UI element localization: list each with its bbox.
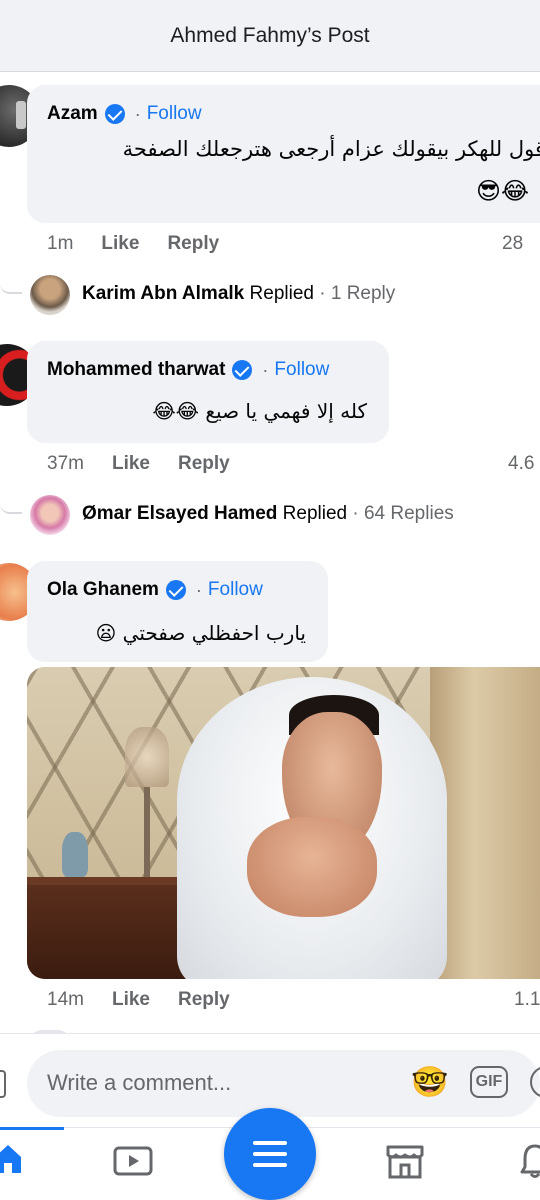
reply-thread-line <box>0 280 22 294</box>
menu-line <box>253 1141 287 1145</box>
verified-badge-icon <box>165 580 186 600</box>
camera-icon[interactable] <box>0 1070 6 1098</box>
menu-button[interactable] <box>224 1108 316 1200</box>
replied-label: Replied <box>282 503 348 524</box>
comment-time: 14m <box>47 989 84 1010</box>
post-header: Ahmed Fahmy’s Post <box>0 0 540 72</box>
home-icon[interactable] <box>0 1143 22 1175</box>
comment-time: 37m <box>47 453 84 474</box>
verified-badge-icon <box>232 360 253 380</box>
reaction-count[interactable]: 1.1 <box>514 989 540 1011</box>
notifications-icon[interactable] <box>520 1143 540 1179</box>
reply-button[interactable]: Reply <box>167 233 219 255</box>
like-button[interactable]: Like <box>101 233 139 255</box>
separator-dot: · <box>134 103 141 124</box>
comment-photo[interactable] <box>27 667 540 979</box>
watch-icon[interactable] <box>113 1146 153 1178</box>
photo-hands <box>247 817 377 917</box>
page-title: Ahmed Fahmy’s Post <box>170 23 370 47</box>
like-button[interactable]: Like <box>112 453 150 475</box>
follow-button[interactable]: Follow <box>274 359 329 381</box>
like-button[interactable]: Like <box>112 989 150 1011</box>
reply-count: · 64 Replies <box>352 503 454 524</box>
comment-author-row: Azam · Follow <box>47 103 202 125</box>
verified-badge-icon <box>104 104 125 124</box>
comment-actions: 14m Like Reply <box>47 989 258 1011</box>
separator-dot: · <box>195 579 202 600</box>
reaction-count[interactable]: 28 <box>502 233 523 255</box>
comment-author-row: Mohammed tharwat · Follow <box>47 359 329 381</box>
comment-actions: 37m Like Reply <box>47 453 258 475</box>
view-replies-link[interactable]: Karim Abn Almalk Replied · 1 Reply <box>82 283 395 305</box>
comment-bubble-azam: Azam · Follow قول للهكر بيقولك عزام أرجع… <box>27 85 540 223</box>
menu-line <box>253 1163 287 1167</box>
reaction-count[interactable]: 4.6 <box>508 453 534 475</box>
comment-time: 1m <box>47 233 74 254</box>
comment-bubble-mohammed: Mohammed tharwat · Follow كله إلا فهمي ي… <box>27 341 389 443</box>
comment-actions: 1m Like Reply <box>47 233 247 255</box>
reply-button[interactable]: Reply <box>178 453 230 475</box>
view-replies-link[interactable]: Ømar Elsayed Hamed Replied · 64 Replies <box>82 503 454 525</box>
comment-text-emoji: 😂😎 <box>475 177 529 205</box>
follow-button[interactable]: Follow <box>147 103 202 125</box>
comment-text: قول للهكر بيقولك عزام أرجعى هترجعلك الصف… <box>122 137 540 161</box>
gif-button[interactable]: GIF <box>470 1066 508 1098</box>
comment-input-container <box>27 1050 540 1117</box>
menu-line <box>253 1152 287 1156</box>
marketplace-icon[interactable] <box>385 1144 425 1180</box>
comment-author-name[interactable]: Azam <box>47 103 98 125</box>
reply-count: · 1 Reply <box>319 283 396 304</box>
comment-input[interactable] <box>47 1066 407 1100</box>
reply-author-name: Karim Abn Almalk <box>82 283 245 304</box>
follow-button[interactable]: Follow <box>208 579 263 601</box>
comment-text: يارب احفظلي صفحتي 😦 <box>95 621 306 645</box>
avatar-karim[interactable] <box>30 275 70 315</box>
comment-author-name[interactable]: Ola Ghanem <box>47 579 159 601</box>
replied-label: Replied <box>249 283 314 304</box>
reply-thread-line <box>0 500 22 514</box>
reply-button[interactable]: Reply <box>178 989 230 1011</box>
separator-dot: · <box>262 359 269 380</box>
avatar-sticker-icon[interactable]: 🤓 <box>411 1063 448 1103</box>
comment-author-name[interactable]: Mohammed tharwat <box>47 359 225 381</box>
avatar-omar[interactable] <box>30 495 70 535</box>
reply-author-name: Ømar Elsayed Hamed <box>82 503 278 524</box>
active-tab-indicator <box>0 1127 64 1130</box>
photo-lamp <box>117 727 177 877</box>
comment-bubble-ola: Ola Ghanem · Follow يارب احفظلي صفحتي 😦 <box>27 561 328 662</box>
comment-author-row: Ola Ghanem · Follow <box>47 579 263 601</box>
comment-text: كله إلا فهمي يا صيع 😂😂 <box>152 399 367 423</box>
photo-vase <box>62 832 88 877</box>
